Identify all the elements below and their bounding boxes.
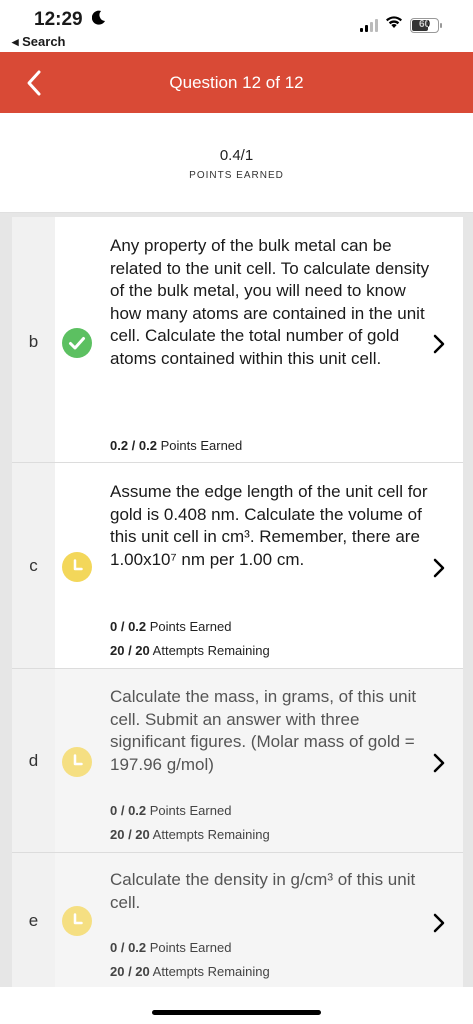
question-text: Calculate the density in g/cm³ of this u… xyxy=(110,870,416,912)
part-row-e[interactable]: e Calculate the density in g/cm³ of this… xyxy=(0,853,473,987)
cellular-signal-icon xyxy=(360,18,378,32)
battery-level: 60 xyxy=(418,18,431,30)
status-bar: 12:29 ◂ Search 60 xyxy=(0,0,473,52)
chevron-right-icon xyxy=(433,334,445,354)
question-text: Any property of the bulk metal can be re… xyxy=(110,236,430,368)
attempts-remaining: 20 / 20 Attempts Remaining xyxy=(110,964,270,979)
page-title: Question 12 of 12 xyxy=(169,73,304,92)
attempts-suffix: Attempts Remaining xyxy=(152,643,270,658)
question-text: Calculate the mass, in grams, of this un… xyxy=(110,687,417,774)
clock: 12:29 xyxy=(34,9,106,31)
attempts-suffix: Attempts Remaining xyxy=(152,827,270,842)
points-earned: 0 / 0.2 Points Earned xyxy=(110,940,231,955)
points-value: 0 / 0.2 xyxy=(110,619,147,634)
points-value: 0.2 / 0.2 xyxy=(110,438,157,453)
points-earned: 0 / 0.2 Points Earned xyxy=(110,803,231,818)
attempts-remaining: 20 / 20 Attempts Remaining xyxy=(110,827,270,842)
battery-icon: 60 xyxy=(410,17,442,33)
chevron-right-icon xyxy=(433,753,445,773)
question-text: Assume the edge length of the unit cell … xyxy=(110,482,428,569)
check-icon xyxy=(62,328,92,358)
part-row-d[interactable]: d Calculate the mass, in grams, of this … xyxy=(0,669,473,852)
part-letter: d xyxy=(28,751,39,770)
attempts-value: 20 / 20 xyxy=(110,827,150,842)
clock-time: 12:29 xyxy=(34,9,83,30)
question-header: Question 12 of 12 xyxy=(0,52,473,113)
clock-icon xyxy=(62,747,92,777)
chevron-right-icon xyxy=(433,558,445,578)
chevron-left-icon xyxy=(27,70,41,96)
status-indicators: 60 xyxy=(360,16,442,34)
part-letter: b xyxy=(28,332,39,351)
points-suffix: Points Earned xyxy=(149,619,232,634)
part-row-b[interactable]: b Any property of the bulk metal can be … xyxy=(0,217,473,462)
part-letter: e xyxy=(28,911,39,930)
clock-icon xyxy=(62,906,92,936)
chevron-right-icon xyxy=(433,913,445,933)
score-summary: 0.4/1 POINTS EARNED xyxy=(0,113,473,213)
attempts-suffix: Attempts Remaining xyxy=(152,964,270,979)
attempts-value: 20 / 20 xyxy=(110,964,150,979)
part-letter: c xyxy=(29,556,38,575)
attempts-value: 20 / 20 xyxy=(110,643,150,658)
moon-icon xyxy=(91,9,106,31)
points-earned: 0.2 / 0.2 Points Earned xyxy=(110,438,242,453)
home-indicator[interactable] xyxy=(152,1010,321,1015)
question-parts-list: b Any property of the bulk metal can be … xyxy=(0,213,473,987)
wifi-icon xyxy=(385,16,403,34)
points-suffix: Points Earned xyxy=(149,803,232,818)
score-value: 0.4/1 xyxy=(219,147,254,164)
points-value: 0 / 0.2 xyxy=(110,940,147,955)
attempts-remaining: 20 / 20 Attempts Remaining xyxy=(110,643,270,658)
back-to-search-link[interactable]: ◂ Search xyxy=(12,34,66,50)
bottom-bar xyxy=(0,987,473,1024)
back-button[interactable] xyxy=(22,68,48,98)
points-suffix: Points Earned xyxy=(149,940,232,955)
score-label: POINTS EARNED xyxy=(189,170,284,181)
points-suffix: Points Earned xyxy=(160,438,243,453)
clock-icon xyxy=(62,552,92,582)
points-earned: 0 / 0.2 Points Earned xyxy=(110,619,231,634)
points-value: 0 / 0.2 xyxy=(110,803,147,818)
part-row-c[interactable]: c Assume the edge length of the unit cel… xyxy=(0,463,473,668)
